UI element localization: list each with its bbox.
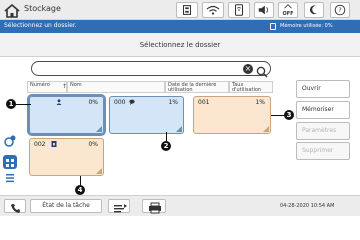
list-view-button[interactable] [3, 170, 17, 184]
folder-number: 001 [198, 99, 210, 106]
column-number[interactable]: Numéro ↑ [27, 81, 67, 93]
bottom-bar: État de la tâche 04-28-2020 10:54 AM [0, 195, 360, 216]
phone-icon [11, 204, 20, 213]
top-bar: Stockage OFF ? [0, 0, 360, 20]
svg-text:?: ? [338, 7, 341, 14]
open-button[interactable]: Ouvrir [296, 80, 350, 98]
help-icon[interactable]: ? [330, 2, 350, 18]
folder-card[interactable]: 001 1% [193, 96, 271, 134]
callout-leader [15, 104, 31, 105]
settings-button[interactable]: Paramètres [296, 122, 350, 140]
comment-icon [129, 99, 135, 105]
search-input[interactable] [31, 61, 271, 76]
job-queue-button[interactable] [108, 199, 130, 213]
printer-status-button[interactable] [142, 199, 166, 214]
folder-settings-button[interactable] [3, 133, 17, 147]
fax-log-button[interactable] [4, 199, 26, 213]
clear-search-button[interactable]: × [243, 64, 253, 74]
job-status-button[interactable]: État de la tâche [30, 199, 102, 213]
printer-icon [149, 202, 161, 214]
folder-number: 000 [114, 99, 126, 106]
page-header: Sélectionnez le dossier [0, 33, 360, 57]
column-usage-rate-label: Taux d'utilisation [232, 82, 262, 93]
stop-copy-icon[interactable] [176, 2, 198, 18]
folder-usage: 1% [168, 99, 178, 106]
date-time: 04-28-2020 10:54 AM [280, 203, 335, 209]
folder-number: 002 [34, 141, 46, 148]
folder-card[interactable]: 000 1% [109, 96, 184, 134]
column-name-label: Nom [70, 82, 82, 88]
column-last-used-label: Date de la dernière utilisation [168, 82, 217, 93]
lock-icon [51, 141, 57, 147]
grid-view-button[interactable] [3, 155, 17, 169]
callout-2: 2 [161, 141, 171, 151]
callout-3: 3 [284, 110, 294, 120]
memory-icon [270, 23, 276, 30]
clear-icon: × [244, 64, 252, 73]
delete-button[interactable]: Supprimer [296, 142, 350, 160]
folder-card[interactable]: 002 0% [29, 138, 104, 176]
app-title: Stockage [24, 4, 61, 13]
wifi-direct-icon[interactable] [228, 2, 250, 18]
folder-corner-icon [176, 126, 182, 132]
folder-usage: 0% [88, 141, 98, 148]
column-name[interactable]: Nom [67, 81, 165, 93]
folder-corner-icon [96, 126, 102, 132]
user-icon [56, 99, 62, 105]
column-usage-rate[interactable]: Taux d'utilisation [229, 81, 273, 93]
energy-off-label: OFF [282, 11, 294, 17]
sleep-mode-icon[interactable] [304, 2, 324, 18]
info-message: Sélectionnez un dossier. [4, 22, 77, 29]
column-last-used[interactable]: Date de la dernière utilisation [165, 81, 229, 93]
energy-saving-icon[interactable]: OFF [278, 2, 298, 18]
memory-used-label: Mémoire utilisée: 0% [280, 23, 333, 29]
info-bar: Sélectionnez un dossier. Mémoire utilisé… [0, 20, 360, 33]
volume-icon[interactable] [254, 2, 274, 18]
wifi-icon[interactable] [202, 2, 224, 18]
page-title: Sélectionnez le dossier [139, 41, 221, 49]
folder-usage: 0% [88, 99, 98, 106]
save-button[interactable]: Mémoriser [296, 101, 350, 119]
folder-corner-icon [96, 168, 102, 174]
callout-4: 4 [75, 185, 85, 195]
folder-corner-icon [263, 126, 269, 132]
folder-usage: 1% [255, 99, 265, 106]
folder-card[interactable]: 0% [27, 94, 106, 136]
job-queue-icon [114, 204, 127, 213]
column-number-label: Numéro [30, 82, 50, 88]
home-icon[interactable] [4, 3, 20, 18]
search-icon[interactable] [256, 63, 268, 78]
callout-1: 1 [6, 99, 16, 109]
